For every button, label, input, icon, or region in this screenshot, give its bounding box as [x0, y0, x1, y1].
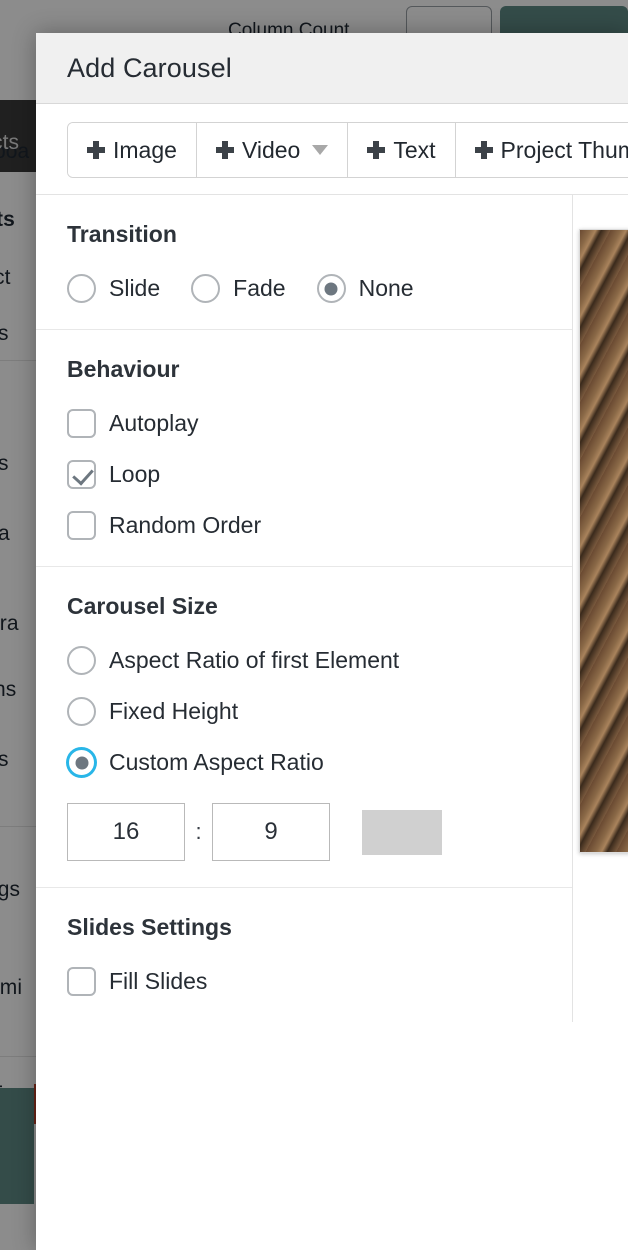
option-label: Fill Slides: [109, 968, 208, 994]
slides-settings-options: Fill Slides: [67, 967, 572, 996]
button-label: Image: [113, 136, 177, 163]
settings-panel: Transition Slide Fade None Behaviour Autop…: [36, 194, 573, 1022]
option-label: Fixed Height: [109, 698, 239, 724]
option-label: Random Order: [109, 512, 262, 538]
option-label: None: [358, 275, 414, 301]
custom-aspect-ratio-row: :: [67, 803, 572, 861]
transition-option-slide[interactable]: Slide: [67, 274, 160, 303]
slide-thumbnail[interactable]: [579, 229, 628, 853]
behaviour-option-autoplay[interactable]: Autoplay: [67, 409, 572, 438]
carousel-size-options: Aspect Ratio of first Element Fixed Heigh…: [67, 646, 572, 777]
radio-icon[interactable]: [67, 274, 96, 303]
option-label: Slide: [109, 275, 161, 301]
behaviour-option-random-order[interactable]: Random Order: [67, 511, 572, 540]
button-label: Text: [393, 136, 436, 163]
option-label: Aspect Ratio of first Element: [109, 647, 400, 673]
aspect-ratio-preview-swatch: [362, 809, 442, 855]
section-title-slides-settings: Slides Settings: [67, 914, 232, 940]
radio-icon[interactable]: [191, 274, 221, 303]
transition-options: Slide Fade None: [67, 274, 572, 303]
section-slides-settings: Slides Settings Fill Slides: [36, 888, 572, 1022]
plus-icon: [87, 141, 105, 159]
add-image-button[interactable]: Image: [68, 123, 197, 177]
option-label: Autoplay: [109, 410, 199, 436]
section-title-transition: Transition: [67, 221, 177, 247]
section-transition: Transition Slide Fade None: [36, 195, 572, 330]
carousel-size-option-aspect-ratio-of-first-element[interactable]: Aspect Ratio of first Element: [67, 646, 572, 675]
add-element-button-group: Image Video Text Project Thumbnail: [67, 122, 628, 178]
ratio-separator: :: [195, 819, 202, 844]
radio-icon[interactable]: [67, 697, 96, 726]
behaviour-option-loop[interactable]: Loop: [67, 460, 572, 489]
carousel-size-option-fixed-height[interactable]: Fixed Height: [67, 697, 572, 726]
section-title-behaviour: Behaviour: [67, 356, 180, 382]
dialog-body: Transition Slide Fade None Behaviour Autop…: [36, 194, 628, 1022]
section-title-carousel-size: Carousel Size: [67, 593, 218, 619]
radio-icon[interactable]: [67, 748, 96, 777]
plus-icon: [474, 141, 493, 159]
aspect-ratio-height-input[interactable]: [212, 803, 330, 861]
behaviour-options: Autoplay Loop Random Order: [67, 409, 572, 540]
radio-icon[interactable]: [67, 646, 96, 675]
checkbox-icon[interactable]: [67, 409, 96, 438]
slides-preview-column: [573, 194, 628, 1022]
add-element-toolbar: Image Video Text Project Thumbnail: [36, 104, 628, 194]
option-label: Custom Aspect Ratio: [109, 749, 324, 775]
add-video-button[interactable]: Video: [196, 123, 349, 177]
button-label: Project Thumbnail: [500, 136, 628, 163]
radio-icon[interactable]: [316, 274, 346, 303]
add-text-button[interactable]: Text: [348, 123, 456, 177]
carousel-size-option-custom-aspect-ratio[interactable]: Custom Aspect Ratio: [67, 748, 572, 777]
aspect-ratio-width-input[interactable]: [67, 803, 185, 861]
transition-option-fade[interactable]: Fade: [191, 274, 286, 303]
checkbox-icon[interactable]: [67, 460, 96, 489]
checkbox-icon[interactable]: [67, 511, 96, 540]
section-carousel-size: Carousel Size Aspect Ratio of first Elem…: [36, 567, 572, 888]
add-carousel-dialog: Add Carousel Image Video Text Project Thumb…: [36, 33, 628, 1250]
plus-icon: [215, 141, 234, 159]
button-label: Video: [241, 136, 301, 163]
section-behaviour: Behaviour Autoplay Loop Random Order: [36, 330, 572, 567]
transition-option-none[interactable]: None: [316, 274, 414, 303]
dialog-title: Add Carousel: [67, 52, 232, 83]
chevron-down-icon[interactable]: [312, 145, 329, 155]
plus-icon: [367, 141, 386, 159]
checkbox-icon[interactable]: [67, 967, 96, 996]
option-label: Fade: [233, 275, 286, 301]
slides-option-fill-slides[interactable]: Fill Slides: [67, 967, 572, 996]
option-label: Loop: [109, 461, 161, 487]
dialog-header: Add Carousel: [36, 33, 628, 104]
add-project-thumbnail-button[interactable]: Project Thumbnail: [455, 123, 628, 177]
